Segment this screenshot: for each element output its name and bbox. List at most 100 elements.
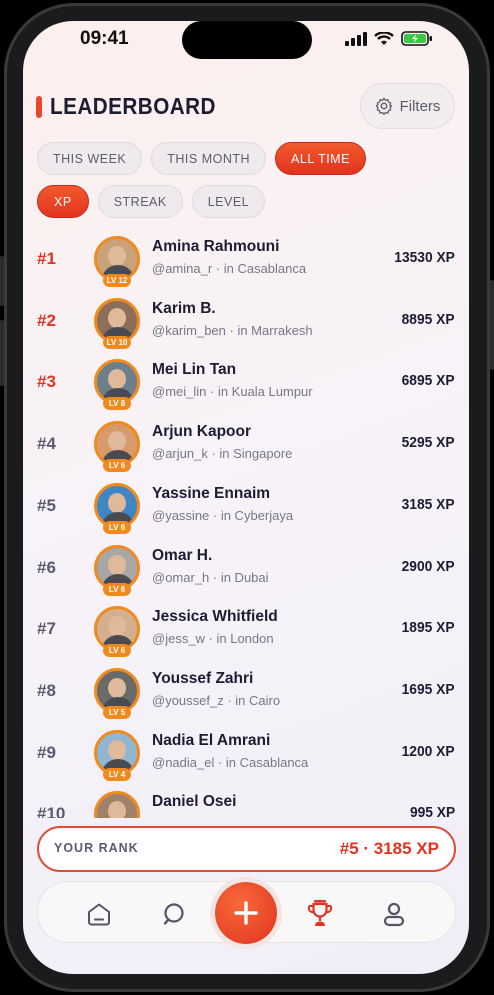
avatar-face bbox=[108, 492, 126, 513]
side-button bbox=[0, 256, 4, 306]
leaderboard-row[interactable]: #10 Daniel Osei 995 XP bbox=[23, 785, 469, 818]
player-handle: @jess_w · in London bbox=[152, 631, 274, 647]
add-icon bbox=[234, 901, 258, 925]
player-xp: 1200 XP bbox=[402, 742, 455, 760]
leaderboard-row[interactable]: #5 LV 6 Yassine Ennaim @yassine · in Cyberj… bbox=[23, 477, 469, 539]
leaderboard-row[interactable]: #1 LV 12 Amina Rahmouni @amina_r · in Casab… bbox=[23, 230, 469, 292]
avatar-face bbox=[108, 801, 126, 818]
player-handle: @amina_r · in Casablanca bbox=[152, 261, 307, 276]
gear-icon bbox=[375, 97, 392, 115]
nav-home[interactable] bbox=[85, 900, 113, 928]
volume-up-button bbox=[0, 320, 4, 386]
level-badge: LV 5 bbox=[103, 705, 131, 719]
metric-tabs: XP STREAK LEVEL bbox=[37, 185, 266, 218]
leaderboard-row[interactable]: #7 LV 6 Jessica Whitfield @jess_w · in Lond… bbox=[23, 600, 469, 662]
tab-xp[interactable]: XP bbox=[37, 185, 89, 218]
app-screen: 09:41 LEADERBOARD Filters THIS WEEK THIS… bbox=[23, 21, 469, 974]
leaderboard-row[interactable]: #6 LV 6 Omar H. @omar_h · in Dubai 2900 XP bbox=[23, 539, 469, 601]
profile-icon bbox=[383, 902, 405, 927]
add-button[interactable] bbox=[215, 882, 277, 944]
player-name: Yassine Ennaim bbox=[152, 484, 271, 502]
leaderboard-row[interactable]: #2 LV 10 Karim B. @karim_ben · in Marrakesh… bbox=[23, 292, 469, 354]
wifi-icon bbox=[374, 31, 394, 45]
leaderboard-row[interactable]: #3 LV 8 Mei Lin Tan @mei_lin · in Kuala Lum… bbox=[23, 353, 469, 415]
player-name: Jessica Whitfield bbox=[152, 608, 278, 626]
player-xp: 995 XP bbox=[409, 804, 455, 818]
tab-this-week[interactable]: THIS WEEK bbox=[37, 142, 143, 175]
level-badge: LV 6 bbox=[103, 459, 131, 473]
battery-charging-icon bbox=[401, 31, 432, 46]
search-icon bbox=[163, 903, 184, 925]
filters-label: Filters bbox=[399, 97, 441, 115]
player-handle: @nadia_el · in Casablanca bbox=[152, 754, 309, 770]
signal-icon bbox=[345, 31, 367, 46]
player-name: Karim B. bbox=[152, 299, 216, 317]
rank-number: #1 bbox=[37, 249, 56, 268]
player-xp: 1895 XP bbox=[402, 619, 455, 637]
rank-number: #4 bbox=[37, 434, 56, 454]
rank-number: #7 bbox=[37, 619, 56, 639]
player-name: Daniel Osei bbox=[152, 793, 237, 811]
player-handle: @omar_h · in Dubai bbox=[152, 569, 269, 585]
level-badge: LV 12 bbox=[103, 274, 131, 287]
player-name: Mei Lin Tan bbox=[152, 361, 237, 379]
tab-streak[interactable]: STREAK bbox=[97, 185, 183, 218]
leaderboard-row[interactable]: #4 LV 6 Arjun Kapoor @arjun_k · in Singapor… bbox=[23, 415, 469, 477]
player-handle: @youssef_z · in Cairo bbox=[152, 692, 281, 708]
player-name: Nadia El Amrani bbox=[152, 731, 271, 749]
avatar-face bbox=[108, 307, 126, 328]
nav-leaderboard[interactable] bbox=[306, 900, 334, 928]
leaderboard-list[interactable]: #1 LV 12 Amina Rahmouni @amina_r · in Casab… bbox=[23, 230, 469, 818]
level-badge: LV 8 bbox=[103, 397, 131, 411]
tab-level[interactable]: LEVEL bbox=[191, 185, 266, 218]
avatar-face bbox=[108, 369, 126, 390]
player-xp: 5295 XP bbox=[402, 434, 455, 452]
power-button bbox=[490, 280, 494, 370]
player-name: Arjun Kapoor bbox=[152, 423, 252, 441]
status-time: 09:41 bbox=[80, 28, 129, 49]
player-name: Amina Rahmouni bbox=[152, 238, 280, 255]
filters-button[interactable]: Filters bbox=[360, 83, 455, 129]
page-title: LEADERBOARD bbox=[50, 93, 216, 119]
player-handle: @arjun_k · in Singapore bbox=[152, 446, 293, 462]
your-rank-card[interactable]: YOUR RANK #5 · 3185 XP bbox=[37, 826, 456, 872]
level-badge: LV 4 bbox=[103, 767, 131, 781]
rank-number: #10 bbox=[37, 804, 66, 818]
tab-all-time[interactable]: ALL TIME bbox=[275, 142, 366, 175]
level-badge: LV 6 bbox=[103, 582, 131, 596]
rank-number: #8 bbox=[37, 680, 56, 700]
dynamic-island bbox=[182, 21, 312, 59]
player-name: Omar H. bbox=[152, 546, 213, 564]
tab-this-month[interactable]: THIS MONTH bbox=[151, 142, 267, 175]
rank-number: #2 bbox=[37, 310, 56, 330]
title-accent-bar bbox=[36, 96, 42, 118]
player-xp: 13530 XP bbox=[394, 249, 455, 266]
nav-search[interactable] bbox=[160, 900, 188, 928]
period-tabs: THIS WEEK THIS MONTH ALL TIME bbox=[37, 142, 366, 175]
player-name: Youssef Zahri bbox=[152, 669, 254, 687]
nav-profile[interactable] bbox=[380, 900, 408, 928]
avatar-face bbox=[108, 677, 126, 698]
your-rank-value: #5 · 3185 XP bbox=[339, 839, 439, 858]
level-badge: LV 6 bbox=[103, 520, 131, 534]
avatar-face bbox=[108, 739, 126, 760]
avatar-face bbox=[108, 246, 126, 266]
level-badge: LV 10 bbox=[103, 335, 131, 349]
rank-number: #3 bbox=[37, 372, 56, 392]
rank-number: #5 bbox=[37, 495, 56, 515]
leaderboard-row[interactable]: #8 LV 5 Youssef Zahri @youssef_z · in Cairo… bbox=[23, 662, 469, 724]
avatar-face bbox=[108, 616, 126, 637]
player-xp: 3185 XP bbox=[402, 495, 455, 513]
rank-number: #6 bbox=[37, 557, 56, 577]
level-badge: LV 6 bbox=[103, 644, 131, 658]
player-handle: @mei_lin · in Kuala Lumpur bbox=[152, 384, 313, 400]
player-xp: 8895 XP bbox=[402, 310, 455, 328]
rank-number: #9 bbox=[37, 742, 56, 762]
leaderboard-row[interactable]: #9 LV 4 Nadia El Amrani @nadia_el · in Casa… bbox=[23, 724, 469, 786]
avatar-face bbox=[108, 431, 126, 452]
avatar[interactable] bbox=[94, 791, 140, 818]
home-icon bbox=[88, 903, 110, 926]
status-icons bbox=[345, 31, 433, 46]
player-xp: 1695 XP bbox=[402, 680, 455, 698]
your-rank-label: YOUR RANK bbox=[54, 841, 139, 855]
